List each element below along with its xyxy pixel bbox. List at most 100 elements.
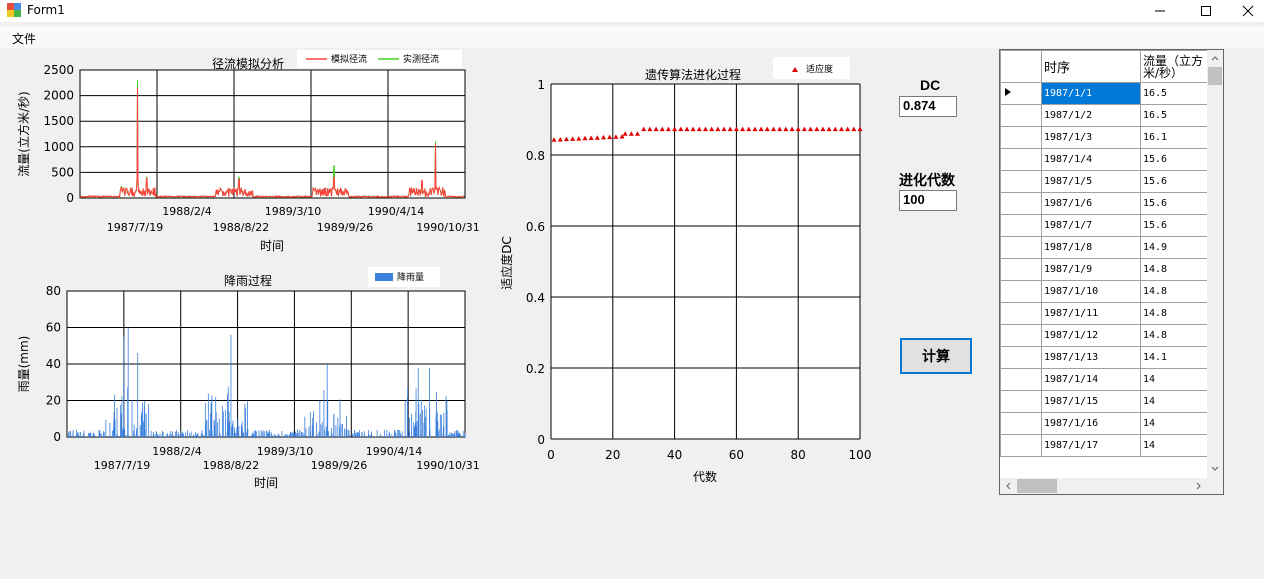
row-header[interactable] [1000, 302, 1042, 325]
cell-flow[interactable]: 14 [1140, 412, 1209, 435]
table-row[interactable]: 1987/1/17 14 [1000, 434, 1209, 457]
cell-flow[interactable]: 15.6 [1140, 192, 1209, 215]
cell-flow[interactable]: 15.6 [1140, 148, 1209, 171]
table-row[interactable]: 1987/1/3 16.1 [1000, 126, 1209, 149]
cell-flow[interactable]: 14.8 [1140, 280, 1209, 303]
table-row[interactable]: 1987/1/16 14 [1000, 412, 1209, 435]
row-header[interactable] [1000, 82, 1042, 105]
rain-bar [360, 436, 362, 437]
row-header[interactable] [1000, 126, 1042, 149]
cell-flow[interactable]: 16.5 [1140, 82, 1209, 105]
cell-time[interactable]: 1987/1/3 [1041, 126, 1141, 149]
row-header[interactable] [1000, 192, 1042, 215]
table-row[interactable]: 1987/1/4 15.6 [1000, 148, 1209, 171]
row-header[interactable] [1000, 148, 1042, 171]
cell-time[interactable]: 1987/1/6 [1041, 192, 1141, 215]
vertical-scrollbar[interactable] [1207, 50, 1223, 478]
cell-flow[interactable]: 15.6 [1140, 214, 1209, 237]
rain-bar [310, 431, 311, 437]
cell-time[interactable]: 1987/1/12 [1041, 324, 1141, 347]
cell-time[interactable]: 1987/1/7 [1041, 214, 1141, 237]
cell-time[interactable]: 1987/1/15 [1041, 390, 1141, 413]
cell-flow[interactable]: 16.5 [1140, 104, 1209, 127]
cell-time[interactable]: 1987/1/10 [1041, 280, 1141, 303]
window-title: Form1 [27, 3, 65, 17]
close-button[interactable] [1225, 0, 1264, 22]
row-header[interactable] [1000, 280, 1042, 303]
cell-time[interactable]: 1987/1/16 [1041, 412, 1141, 435]
row-header[interactable] [1000, 434, 1042, 457]
row-header[interactable] [1000, 346, 1042, 369]
cell-flow[interactable]: 14 [1140, 434, 1209, 457]
cell-time[interactable]: 1987/1/1 [1041, 82, 1141, 105]
table-row[interactable]: 1987/1/10 14.8 [1000, 280, 1209, 303]
ga-chart: 遗传算法进化过程 适应度 适应度DC 代数 1 0.8 0.6 0.4 0.2 0 0 20… [499, 57, 872, 484]
x-tick-label: 100 [849, 448, 872, 462]
cell-flow[interactable]: 14.8 [1140, 302, 1209, 325]
row-header[interactable] [1000, 104, 1042, 127]
table-row[interactable]: 1987/1/9 14.8 [1000, 258, 1209, 281]
rain-bar [172, 434, 174, 437]
rain-bar [286, 434, 288, 437]
table-row[interactable]: 1987/1/7 15.6 [1000, 214, 1209, 237]
row-header[interactable] [1000, 324, 1042, 347]
table-row[interactable]: 1987/1/6 15.6 [1000, 192, 1209, 215]
rain-bar [333, 413, 335, 437]
row-header-corner[interactable] [1000, 50, 1042, 83]
cell-flow[interactable]: 14 [1140, 368, 1209, 391]
cell-time[interactable]: 1987/1/17 [1041, 434, 1141, 457]
table-row[interactable]: 1987/1/13 14.1 [1000, 346, 1209, 369]
cell-flow[interactable]: 14.8 [1140, 258, 1209, 281]
vertical-scroll-thumb[interactable] [1208, 67, 1222, 85]
dc-value-field[interactable]: 0.874 [899, 96, 957, 117]
generations-field[interactable]: 100 [899, 190, 957, 211]
legend-swatch-rain [375, 273, 393, 281]
row-header[interactable] [1000, 170, 1042, 193]
calculate-button[interactable]: 计算 [900, 338, 972, 374]
table-row[interactable]: 1987/1/14 14 [1000, 368, 1209, 391]
rain-bar [203, 435, 205, 437]
cell-time[interactable]: 1987/1/13 [1041, 346, 1141, 369]
table-row[interactable]: 1987/1/15 14 [1000, 390, 1209, 413]
cell-flow[interactable]: 14.1 [1140, 346, 1209, 369]
cell-time[interactable]: 1987/1/8 [1041, 236, 1141, 259]
rain-bar [331, 432, 333, 437]
cell-flow[interactable]: 14.9 [1140, 236, 1209, 259]
row-header[interactable] [1000, 258, 1042, 281]
cell-time[interactable]: 1987/1/11 [1041, 302, 1141, 325]
row-header[interactable] [1000, 236, 1042, 259]
cell-time[interactable]: 1987/1/14 [1041, 368, 1141, 391]
maximize-button[interactable] [1183, 0, 1229, 22]
column-header-flow[interactable]: 流量（立方米/秒） [1140, 50, 1209, 83]
table-row[interactable]: 1987/1/8 14.9 [1000, 236, 1209, 259]
table-row[interactable]: 1987/1/1 16.5 [1000, 82, 1209, 105]
table-row[interactable]: 1987/1/5 15.6 [1000, 170, 1209, 193]
cell-time[interactable]: 1987/1/5 [1041, 170, 1141, 193]
cell-time[interactable]: 1987/1/9 [1041, 258, 1141, 281]
menu-file[interactable]: 文件 [12, 30, 36, 47]
ga-chart-title: 遗传算法进化过程 [645, 67, 741, 82]
rain-bar [82, 435, 84, 437]
row-header[interactable] [1000, 390, 1042, 413]
row-header[interactable] [1000, 412, 1042, 435]
table-row[interactable]: 1987/1/11 14.8 [1000, 302, 1209, 325]
cell-flow[interactable]: 15.6 [1140, 170, 1209, 193]
x-tick-label: 1990/4/14 [366, 445, 422, 458]
rain-bar [451, 433, 453, 437]
rain-bar [141, 411, 143, 437]
rain-bar [425, 408, 427, 437]
cell-flow[interactable]: 16.1 [1140, 126, 1209, 149]
table-row[interactable]: 1987/1/2 16.5 [1000, 104, 1209, 127]
table-row[interactable]: 1987/1/12 14.8 [1000, 324, 1209, 347]
horizontal-scroll-thumb[interactable] [1017, 479, 1057, 493]
horizontal-scrollbar[interactable] [1000, 478, 1207, 494]
cell-flow[interactable]: 14.8 [1140, 324, 1209, 347]
minimize-button[interactable] [1137, 0, 1183, 22]
rain-bar [103, 431, 105, 437]
cell-flow[interactable]: 14 [1140, 390, 1209, 413]
row-header[interactable] [1000, 214, 1042, 237]
row-header[interactable] [1000, 368, 1042, 391]
column-header-time[interactable]: 时序 [1041, 50, 1141, 83]
cell-time[interactable]: 1987/1/4 [1041, 148, 1141, 171]
cell-time[interactable]: 1987/1/2 [1041, 104, 1141, 127]
